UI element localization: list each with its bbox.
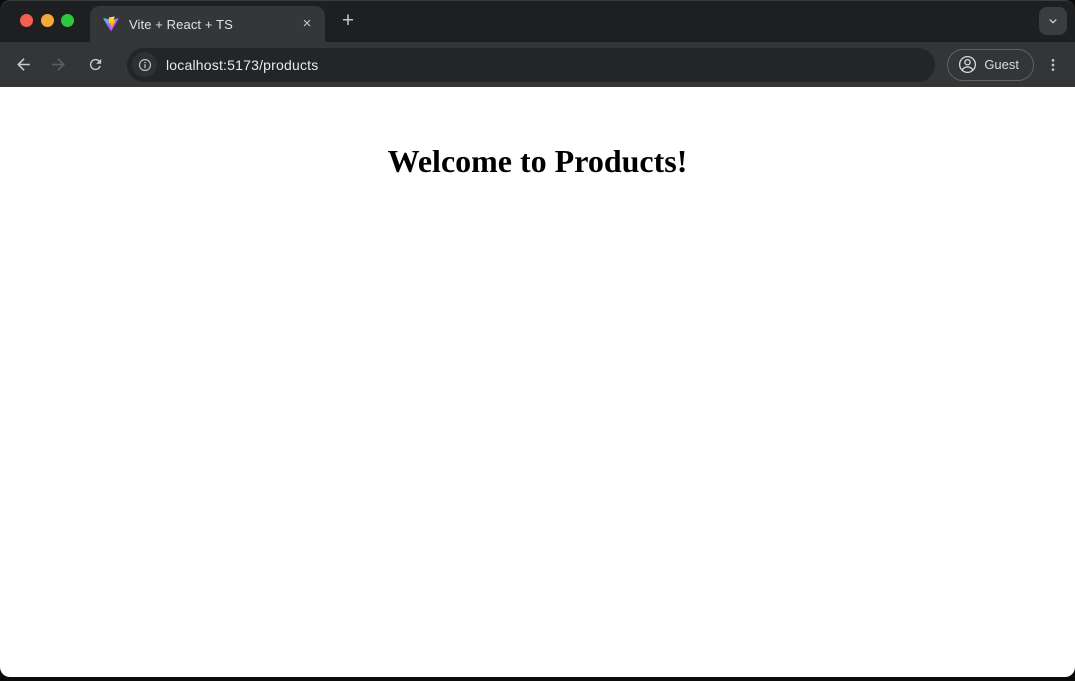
browser-window: Vite + React + TS × + <box>0 0 1075 681</box>
tab-vite-react-ts[interactable]: Vite + React + TS × <box>90 6 325 42</box>
page-title: Welcome to Products! <box>0 143 1075 180</box>
forward-arrow-icon <box>49 55 68 74</box>
tab-search-button[interactable] <box>1039 7 1067 35</box>
reload-icon <box>87 56 104 73</box>
window-zoom-button[interactable] <box>61 14 74 27</box>
window-controls <box>20 14 74 27</box>
tab-strip: Vite + React + TS × + <box>0 0 1075 42</box>
profile-label: Guest <box>984 57 1019 72</box>
reload-button[interactable] <box>80 50 110 80</box>
tab-title: Vite + React + TS <box>129 17 297 32</box>
profile-button[interactable]: Guest <box>947 49 1034 81</box>
tab-close-icon[interactable]: × <box>297 14 317 34</box>
vite-logo-icon <box>103 16 119 32</box>
forward-button[interactable] <box>43 50 73 80</box>
browser-menu-button[interactable] <box>1041 50 1065 80</box>
back-arrow-icon <box>14 55 33 74</box>
page-content: Welcome to Products! <box>0 87 1075 677</box>
window-minimize-button[interactable] <box>41 14 54 27</box>
site-info-button[interactable] <box>132 52 157 77</box>
chevron-down-icon <box>1046 14 1060 28</box>
account-avatar-icon <box>957 54 978 75</box>
info-icon <box>137 57 153 73</box>
url-text[interactable]: localhost:5173/products <box>166 57 318 73</box>
back-button[interactable] <box>8 50 38 80</box>
address-bar[interactable]: localhost:5173/products <box>127 48 935 82</box>
kebab-menu-icon <box>1045 57 1061 73</box>
window-close-button[interactable] <box>20 14 33 27</box>
new-tab-button[interactable]: + <box>334 7 362 35</box>
browser-toolbar: localhost:5173/products Guest <box>0 42 1075 87</box>
